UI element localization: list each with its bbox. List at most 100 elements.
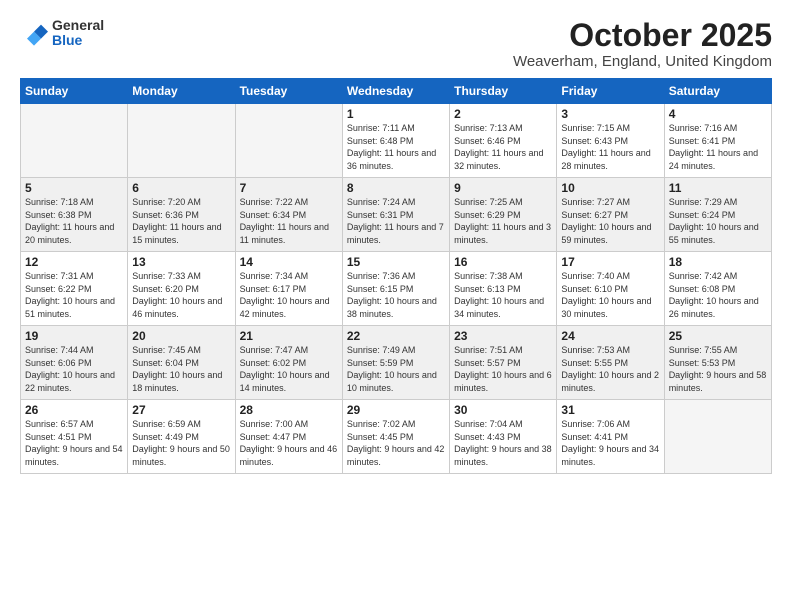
day-info: Sunrise: 7:18 AMSunset: 6:38 PMDaylight:…	[25, 196, 123, 246]
day-number: 22	[347, 329, 445, 343]
day-number: 1	[347, 107, 445, 121]
weekday-header-tuesday: Tuesday	[235, 79, 342, 104]
day-cell-6: 6Sunrise: 7:20 AMSunset: 6:36 PMDaylight…	[128, 178, 235, 252]
day-info: Sunrise: 7:40 AMSunset: 6:10 PMDaylight:…	[561, 270, 659, 320]
day-cell-10: 10Sunrise: 7:27 AMSunset: 6:27 PMDayligh…	[557, 178, 664, 252]
day-info: Sunrise: 6:59 AMSunset: 4:49 PMDaylight:…	[132, 418, 230, 468]
day-cell-28: 28Sunrise: 7:00 AMSunset: 4:47 PMDayligh…	[235, 400, 342, 474]
day-number: 27	[132, 403, 230, 417]
day-number: 30	[454, 403, 552, 417]
week-row-1: 5Sunrise: 7:18 AMSunset: 6:38 PMDaylight…	[21, 178, 772, 252]
weekday-header-row: SundayMondayTuesdayWednesdayThursdayFrid…	[21, 79, 772, 104]
day-number: 12	[25, 255, 123, 269]
weekday-header-wednesday: Wednesday	[342, 79, 449, 104]
day-cell-1: 1Sunrise: 7:11 AMSunset: 6:48 PMDaylight…	[342, 104, 449, 178]
day-cell-26: 26Sunrise: 6:57 AMSunset: 4:51 PMDayligh…	[21, 400, 128, 474]
day-info: Sunrise: 7:36 AMSunset: 6:15 PMDaylight:…	[347, 270, 445, 320]
page: General Blue October 2025 Weaverham, Eng…	[0, 0, 792, 612]
day-cell-24: 24Sunrise: 7:53 AMSunset: 5:55 PMDayligh…	[557, 326, 664, 400]
day-number: 19	[25, 329, 123, 343]
day-info: Sunrise: 7:16 AMSunset: 6:41 PMDaylight:…	[669, 122, 767, 172]
day-number: 28	[240, 403, 338, 417]
day-number: 15	[347, 255, 445, 269]
week-row-0: 1Sunrise: 7:11 AMSunset: 6:48 PMDaylight…	[21, 104, 772, 178]
day-number: 10	[561, 181, 659, 195]
day-number: 18	[669, 255, 767, 269]
day-cell-19: 19Sunrise: 7:44 AMSunset: 6:06 PMDayligh…	[21, 326, 128, 400]
day-info: Sunrise: 7:11 AMSunset: 6:48 PMDaylight:…	[347, 122, 445, 172]
day-info: Sunrise: 7:42 AMSunset: 6:08 PMDaylight:…	[669, 270, 767, 320]
logo-blue: Blue	[52, 33, 104, 48]
day-number: 20	[132, 329, 230, 343]
weekday-header-friday: Friday	[557, 79, 664, 104]
weekday-header-monday: Monday	[128, 79, 235, 104]
day-cell-12: 12Sunrise: 7:31 AMSunset: 6:22 PMDayligh…	[21, 252, 128, 326]
day-cell-11: 11Sunrise: 7:29 AMSunset: 6:24 PMDayligh…	[664, 178, 771, 252]
week-row-2: 12Sunrise: 7:31 AMSunset: 6:22 PMDayligh…	[21, 252, 772, 326]
header: General Blue October 2025 Weaverham, Eng…	[20, 18, 772, 70]
weekday-header-saturday: Saturday	[664, 79, 771, 104]
day-info: Sunrise: 7:47 AMSunset: 6:02 PMDaylight:…	[240, 344, 338, 394]
day-cell-25: 25Sunrise: 7:55 AMSunset: 5:53 PMDayligh…	[664, 326, 771, 400]
day-cell-13: 13Sunrise: 7:33 AMSunset: 6:20 PMDayligh…	[128, 252, 235, 326]
day-info: Sunrise: 7:24 AMSunset: 6:31 PMDaylight:…	[347, 196, 445, 246]
day-cell-17: 17Sunrise: 7:40 AMSunset: 6:10 PMDayligh…	[557, 252, 664, 326]
day-cell-3: 3Sunrise: 7:15 AMSunset: 6:43 PMDaylight…	[557, 104, 664, 178]
day-info: Sunrise: 7:02 AMSunset: 4:45 PMDaylight:…	[347, 418, 445, 468]
day-number: 14	[240, 255, 338, 269]
day-cell-empty	[21, 104, 128, 178]
day-cell-9: 9Sunrise: 7:25 AMSunset: 6:29 PMDaylight…	[450, 178, 557, 252]
day-info: Sunrise: 7:04 AMSunset: 4:43 PMDaylight:…	[454, 418, 552, 468]
day-number: 6	[132, 181, 230, 195]
day-info: Sunrise: 7:31 AMSunset: 6:22 PMDaylight:…	[25, 270, 123, 320]
day-info: Sunrise: 7:22 AMSunset: 6:34 PMDaylight:…	[240, 196, 338, 246]
day-info: Sunrise: 7:06 AMSunset: 4:41 PMDaylight:…	[561, 418, 659, 468]
day-info: Sunrise: 7:38 AMSunset: 6:13 PMDaylight:…	[454, 270, 552, 320]
week-row-3: 19Sunrise: 7:44 AMSunset: 6:06 PMDayligh…	[21, 326, 772, 400]
day-info: Sunrise: 7:45 AMSunset: 6:04 PMDaylight:…	[132, 344, 230, 394]
day-number: 11	[669, 181, 767, 195]
main-title: October 2025	[513, 18, 772, 53]
day-info: Sunrise: 7:49 AMSunset: 5:59 PMDaylight:…	[347, 344, 445, 394]
logo: General Blue	[20, 18, 104, 49]
day-number: 13	[132, 255, 230, 269]
day-number: 8	[347, 181, 445, 195]
day-info: Sunrise: 7:53 AMSunset: 5:55 PMDaylight:…	[561, 344, 659, 394]
day-info: Sunrise: 7:33 AMSunset: 6:20 PMDaylight:…	[132, 270, 230, 320]
day-info: Sunrise: 7:44 AMSunset: 6:06 PMDaylight:…	[25, 344, 123, 394]
day-info: Sunrise: 7:51 AMSunset: 5:57 PMDaylight:…	[454, 344, 552, 394]
day-cell-empty	[235, 104, 342, 178]
day-cell-30: 30Sunrise: 7:04 AMSunset: 4:43 PMDayligh…	[450, 400, 557, 474]
day-number: 21	[240, 329, 338, 343]
day-cell-14: 14Sunrise: 7:34 AMSunset: 6:17 PMDayligh…	[235, 252, 342, 326]
day-number: 16	[454, 255, 552, 269]
day-cell-4: 4Sunrise: 7:16 AMSunset: 6:41 PMDaylight…	[664, 104, 771, 178]
day-info: Sunrise: 7:27 AMSunset: 6:27 PMDaylight:…	[561, 196, 659, 246]
day-cell-20: 20Sunrise: 7:45 AMSunset: 6:04 PMDayligh…	[128, 326, 235, 400]
day-number: 2	[454, 107, 552, 121]
day-cell-27: 27Sunrise: 6:59 AMSunset: 4:49 PMDayligh…	[128, 400, 235, 474]
day-number: 26	[25, 403, 123, 417]
calendar: SundayMondayTuesdayWednesdayThursdayFrid…	[20, 78, 772, 474]
day-cell-16: 16Sunrise: 7:38 AMSunset: 6:13 PMDayligh…	[450, 252, 557, 326]
weekday-header-thursday: Thursday	[450, 79, 557, 104]
day-info: Sunrise: 7:55 AMSunset: 5:53 PMDaylight:…	[669, 344, 767, 394]
logo-text: General Blue	[52, 18, 104, 49]
logo-general: General	[52, 18, 104, 33]
day-cell-2: 2Sunrise: 7:13 AMSunset: 6:46 PMDaylight…	[450, 104, 557, 178]
day-info: Sunrise: 6:57 AMSunset: 4:51 PMDaylight:…	[25, 418, 123, 468]
day-number: 4	[669, 107, 767, 121]
day-number: 9	[454, 181, 552, 195]
day-info: Sunrise: 7:25 AMSunset: 6:29 PMDaylight:…	[454, 196, 552, 246]
day-cell-5: 5Sunrise: 7:18 AMSunset: 6:38 PMDaylight…	[21, 178, 128, 252]
day-number: 7	[240, 181, 338, 195]
subtitle: Weaverham, England, United Kingdom	[513, 53, 772, 70]
day-cell-31: 31Sunrise: 7:06 AMSunset: 4:41 PMDayligh…	[557, 400, 664, 474]
day-number: 29	[347, 403, 445, 417]
day-info: Sunrise: 7:15 AMSunset: 6:43 PMDaylight:…	[561, 122, 659, 172]
day-number: 25	[669, 329, 767, 343]
day-info: Sunrise: 7:29 AMSunset: 6:24 PMDaylight:…	[669, 196, 767, 246]
day-number: 5	[25, 181, 123, 195]
day-number: 17	[561, 255, 659, 269]
day-cell-empty	[664, 400, 771, 474]
